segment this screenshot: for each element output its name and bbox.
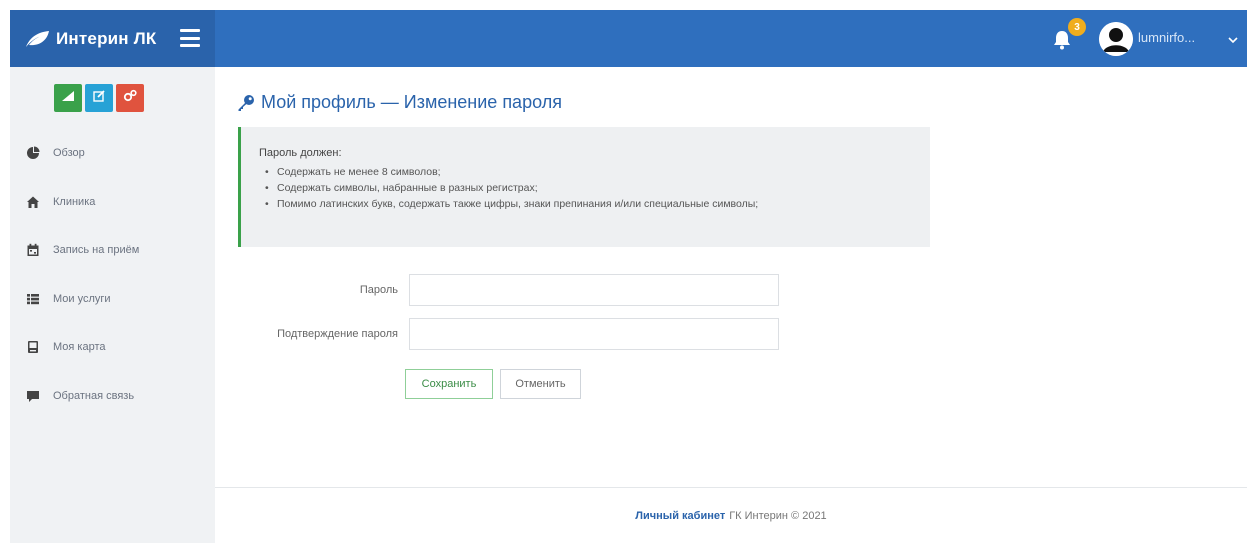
card-icon: [26, 340, 40, 354]
username[interactable]: lumnirfo...: [1138, 30, 1195, 45]
requirements-lead: Пароль должен:: [259, 147, 342, 159]
top-header: Интерин ЛК 3 lumnirfo...: [10, 10, 1247, 67]
home-icon: [26, 195, 40, 209]
user-avatar[interactable]: [1099, 22, 1133, 56]
sidebar: Обзор Клиника Запись на приём Мои услуги…: [10, 67, 215, 543]
requirement-item: Содержать символы, набранные в разных ре…: [265, 180, 930, 196]
list-icon: [26, 292, 40, 306]
quick-action-edit-button[interactable]: [85, 84, 113, 112]
cogs-icon: [123, 89, 137, 107]
sidebar-item-my-card[interactable]: Моя карта: [10, 323, 215, 372]
key-icon: [237, 94, 255, 112]
menu-toggle-icon[interactable]: [180, 29, 200, 47]
sidebar-item-label: Мои услуги: [53, 292, 111, 305]
requirements-list: Содержать не менее 8 символов; Содержать…: [259, 164, 930, 212]
requirement-item: Содержать не менее 8 символов;: [265, 164, 930, 180]
footer-copyright: ГК Интерин © 2021: [729, 509, 827, 522]
page-title: Мой профиль — Изменение пароля: [237, 92, 562, 113]
sidebar-item-my-services[interactable]: Мои услуги: [10, 275, 215, 324]
pie-chart-icon: [26, 146, 40, 160]
sidebar-item-feedback[interactable]: Обратная связь: [10, 372, 215, 421]
confirm-password-input[interactable]: [409, 318, 779, 350]
password-label: Пароль: [359, 284, 398, 296]
sidebar-item-overview[interactable]: Обзор: [10, 129, 215, 178]
sidebar-item-label: Моя карта: [53, 341, 106, 354]
edit-icon: [92, 89, 106, 107]
sidebar-item-label: Клиника: [53, 195, 96, 208]
sidebar-item-clinic[interactable]: Клиника: [10, 178, 215, 227]
cancel-button[interactable]: Отменить: [500, 369, 581, 399]
password-requirements: Пароль должен: Содержать не менее 8 симв…: [238, 127, 930, 247]
brand-title: Интерин ЛК: [56, 28, 157, 48]
sidebar-nav: Обзор Клиника Запись на приём Мои услуги…: [10, 129, 215, 420]
calendar-icon: [26, 243, 40, 257]
password-input[interactable]: [409, 274, 779, 306]
sidebar-item-label: Запись на приём: [53, 244, 140, 257]
requirement-item: Помимо латинских букв, содержать также ц…: [265, 196, 930, 212]
save-button[interactable]: Сохранить: [405, 369, 493, 399]
sidebar-item-label: Обратная связь: [53, 389, 135, 402]
bell-icon[interactable]: [1053, 30, 1071, 50]
quick-action-settings-button[interactable]: [116, 84, 144, 112]
page-title-text: Мой профиль — Изменение пароля: [261, 92, 562, 112]
sidebar-item-appointment[interactable]: Запись на приём: [10, 226, 215, 275]
personal-cabinet-link[interactable]: Личный кабинет: [635, 510, 725, 522]
footer: Личный кабинет ГК Интерин © 2021: [215, 487, 1247, 543]
notification-badge: 3: [1068, 18, 1086, 36]
comment-icon: [26, 389, 40, 403]
sidebar-item-label: Обзор: [53, 147, 85, 160]
quick-actions: [54, 84, 144, 112]
quick-action-chart-button[interactable]: [54, 84, 82, 112]
chevron-down-icon[interactable]: [1228, 32, 1238, 44]
chart-icon: [61, 89, 75, 107]
leaf-logo-icon: [24, 29, 50, 49]
confirm-password-label: Подтверждение пароля: [277, 328, 398, 340]
